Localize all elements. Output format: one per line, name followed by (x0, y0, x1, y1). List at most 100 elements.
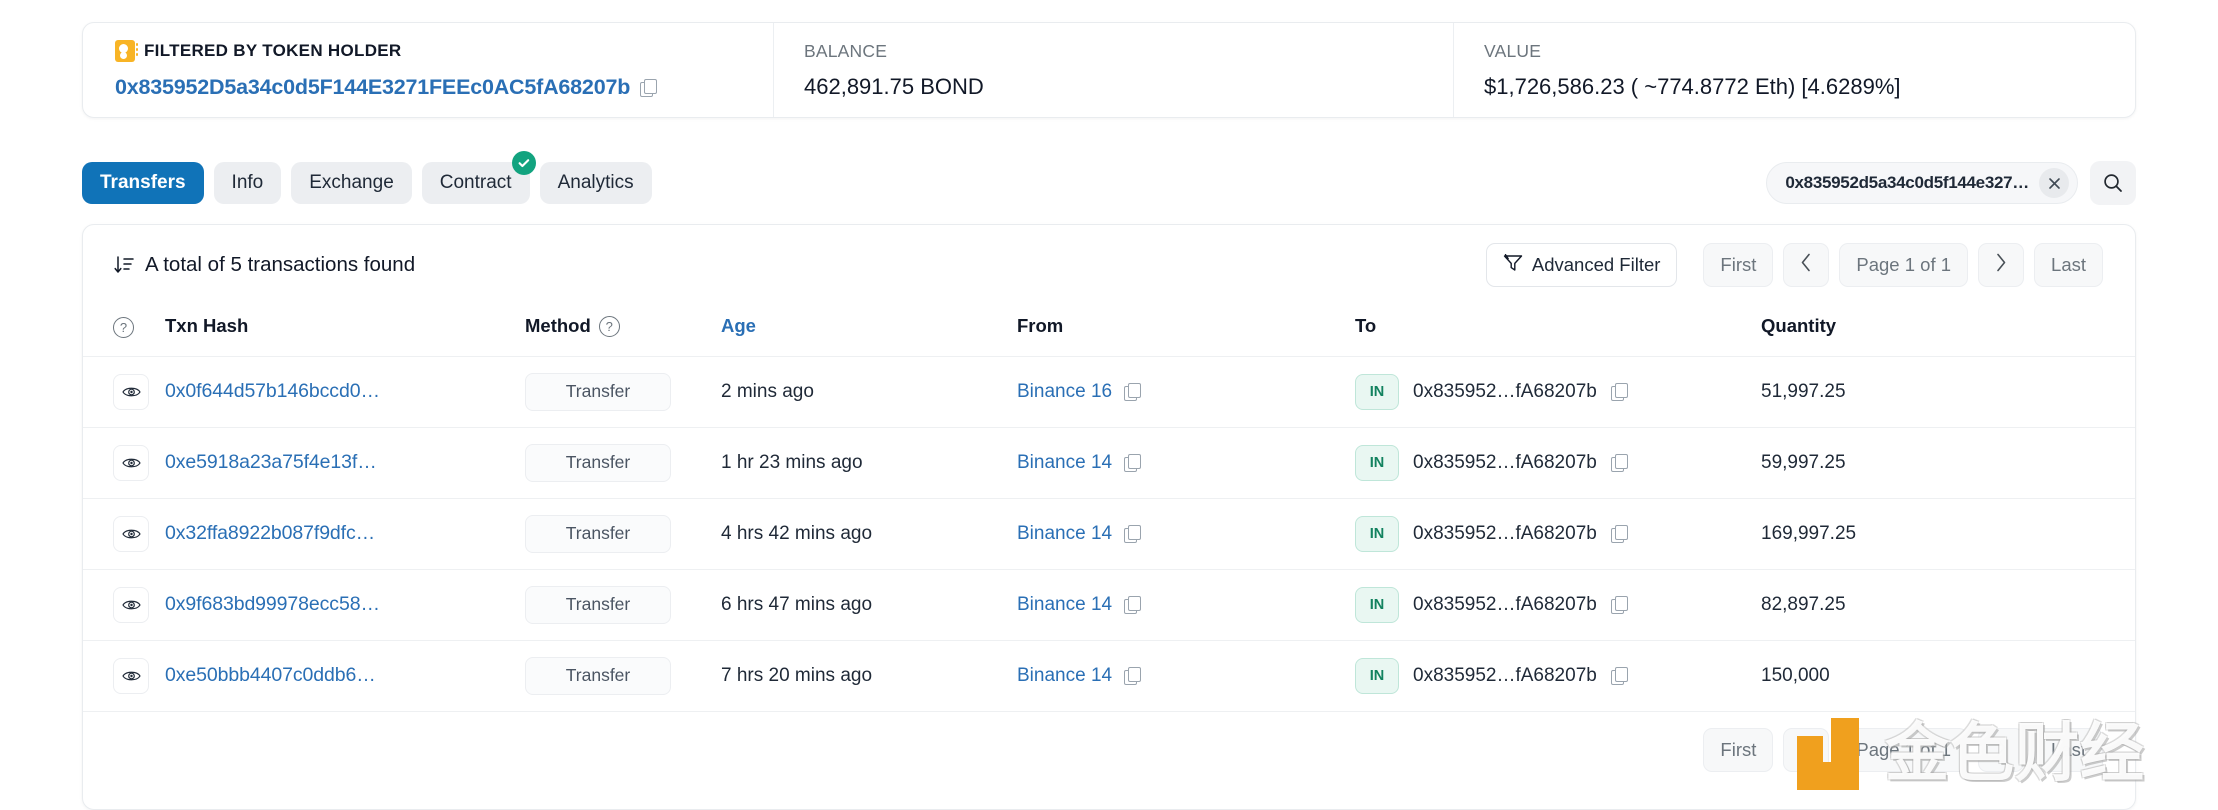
row-to-cell: IN 0x835952…fA68207b (1355, 498, 1761, 570)
table-header-row: ? Txn Hash Method ? Age From To Quantity (83, 305, 2135, 357)
search-icon (2104, 174, 2122, 192)
direction-badge: IN (1355, 657, 1399, 694)
method-badge: Transfer (525, 585, 671, 624)
row-age-cell: 6 hrs 47 mins ago (721, 569, 1017, 641)
txn-hash-link[interactable]: 0xe50bbb4407c0ddb6… (165, 664, 376, 686)
from-address-link[interactable]: Binance 14 (1017, 594, 1112, 616)
balance-label: BALANCE (804, 41, 888, 61)
direction-badge: IN (1355, 515, 1399, 552)
pagination-first-button[interactable]: First (1703, 243, 1774, 287)
copy-icon[interactable] (1124, 383, 1142, 402)
to-address[interactable]: 0x835952…fA68207b (1413, 594, 1597, 616)
col-header-age[interactable]: Age (721, 305, 1017, 357)
txn-hash-link[interactable]: 0xe5918a23a75f4e13f… (165, 451, 377, 473)
to-address[interactable]: 0x835952…fA68207b (1413, 381, 1597, 403)
from-address-link[interactable]: Binance 16 (1017, 381, 1112, 403)
chevron-left-icon (1800, 253, 1812, 277)
total-transactions-text: A total of 5 transactions found (113, 253, 415, 277)
row-to-cell: IN 0x835952…fA68207b (1355, 640, 1761, 712)
pagination-next-button[interactable] (1978, 243, 2025, 287)
copy-icon[interactable] (1610, 667, 1628, 686)
bottom-pagination-page-indicator: Page 1 of 1 (1839, 727, 1969, 772)
tab-info[interactable]: Info (213, 162, 282, 204)
tab-contract[interactable]: Contract (421, 151, 536, 204)
copy-icon[interactable] (640, 78, 658, 98)
tab-bar: Transfers Info Exchange Contract Analyti… (82, 151, 2136, 206)
copy-icon[interactable] (1124, 667, 1142, 686)
table-row: 0xe50bbb4407c0ddb6… Transfer 7 hrs 20 mi… (83, 640, 2135, 712)
bottom-pagination-last-button[interactable]: Last (2034, 727, 2103, 772)
chevron-left-icon (1800, 738, 1812, 762)
eye-icon[interactable] (113, 444, 149, 481)
copy-icon[interactable] (1610, 525, 1628, 544)
value-label: VALUE (1484, 41, 1542, 61)
clear-search-icon[interactable] (2039, 168, 2069, 198)
table-row: 0x32ffa8922b087f9dfc… Transfer 4 hrs 42 … (83, 498, 2135, 570)
copy-icon[interactable] (1610, 454, 1628, 473)
eye-icon[interactable] (113, 657, 149, 694)
filtered-by-label: FILTERED BY TOKEN HOLDER (144, 41, 402, 60)
table-toolbar: A total of 5 transactions found Advanced… (83, 225, 2135, 305)
col-header-age-label: Age (721, 315, 756, 337)
bottom-pagination-next-button[interactable] (1978, 727, 2025, 772)
txn-hash-link[interactable]: 0x9f683bd99978ecc58… (165, 593, 380, 615)
pagination-last-button[interactable]: Last (2034, 243, 2103, 287)
txn-hash-link[interactable]: 0x32ffa8922b087f9dfc… (165, 522, 375, 544)
row-method-cell: Transfer (525, 569, 721, 641)
method-help-icon[interactable]: ? (598, 315, 620, 337)
to-address[interactable]: 0x835952…fA68207b (1413, 665, 1597, 687)
to-address[interactable]: 0x835952…fA68207b (1413, 452, 1597, 474)
search-button[interactable] (2090, 161, 2136, 205)
row-hash-cell: 0x32ffa8922b087f9dfc… (165, 498, 525, 570)
bottom-pagination-prev-button[interactable] (1783, 727, 1830, 772)
holder-address-link[interactable]: 0x835952D5a34c0d5F144E3271FEEc0AC5fA6820… (115, 73, 630, 101)
filtered-by-heading: FILTERED BY TOKEN HOLDER (115, 40, 773, 62)
row-from-cell: Binance 14 (1017, 569, 1355, 641)
row-age-cell: 2 mins ago (721, 356, 1017, 428)
copy-icon[interactable] (1610, 596, 1628, 615)
copy-icon[interactable] (1610, 383, 1628, 402)
search-input[interactable]: 0x835952d5a34c0d5f144e327… (1766, 162, 2078, 204)
copy-icon[interactable] (1124, 596, 1142, 615)
col-header-method-label: Method (525, 315, 591, 337)
table-row: 0xe5918a23a75f4e13f… Transfer 1 hr 23 mi… (83, 427, 2135, 499)
tab-exchange[interactable]: Exchange (291, 162, 412, 204)
eye-icon[interactable] (113, 373, 149, 410)
filter-funnel-icon (1503, 253, 1523, 277)
advanced-filter-button[interactable]: Advanced Filter (1485, 243, 1678, 287)
row-method-cell: Transfer (525, 427, 721, 499)
verified-check-icon (511, 151, 536, 175)
chevron-right-icon (1995, 253, 2007, 277)
copy-icon[interactable] (1124, 454, 1142, 473)
pagination-prev-button[interactable] (1783, 243, 1830, 287)
tab-analytics[interactable]: Analytics (539, 162, 652, 204)
row-from-cell: Binance 16 (1017, 356, 1355, 428)
copy-icon[interactable] (1124, 525, 1142, 544)
chevron-right-icon (1995, 738, 2007, 762)
quantity-value: 169,997.25 (1761, 522, 1857, 544)
from-address-link[interactable]: Binance 14 (1017, 665, 1112, 687)
eye-icon[interactable] (113, 515, 149, 552)
help-circle-icon[interactable]: ? (113, 316, 134, 338)
to-address[interactable]: 0x835952…fA68207b (1413, 523, 1597, 545)
from-address-link[interactable]: Binance 14 (1017, 452, 1112, 474)
row-hash-cell: 0x0f644d57b146bccd0… (165, 356, 525, 428)
tab-transfers[interactable]: Transfers (82, 162, 204, 204)
tab-exchange-label: Exchange (309, 172, 394, 193)
txn-hash-link[interactable]: 0x0f644d57b146bccd0… (165, 380, 380, 402)
balance-column: BALANCE 462,891.75 BOND (773, 23, 1453, 117)
from-address-link[interactable]: Binance 14 (1017, 523, 1112, 545)
eye-icon[interactable] (113, 586, 149, 623)
bottom-pagination-first-button[interactable]: First (1703, 727, 1774, 772)
col-header-to-label: To (1355, 315, 1377, 337)
row-quantity-cell: 150,000 (1761, 640, 2135, 712)
col-header-method: Method ? (525, 305, 721, 357)
sort-icon (113, 254, 135, 276)
row-quantity-cell: 169,997.25 (1761, 498, 2135, 570)
table-body: 0x0f644d57b146bccd0… Transfer 2 mins ago… (83, 356, 2135, 712)
row-preview-cell (83, 498, 165, 570)
direction-badge: IN (1355, 586, 1399, 623)
search-value: 0x835952d5a34c0d5f144e327… (1785, 173, 2029, 192)
bottom-pagination-page-label: Page 1 of 1 (1856, 738, 1952, 760)
row-quantity-cell: 51,997.25 (1761, 356, 2135, 428)
